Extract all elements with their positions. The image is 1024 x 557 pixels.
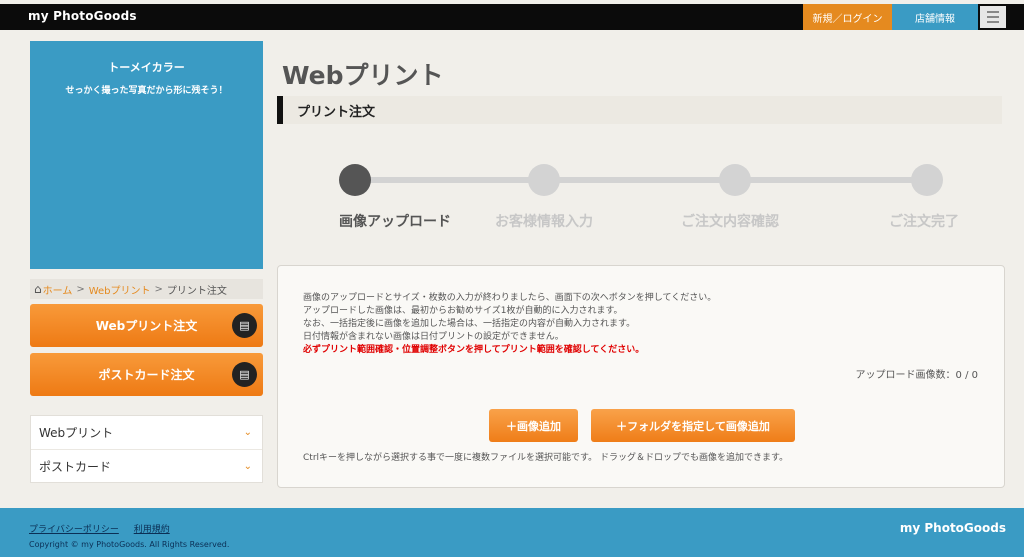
breadcrumb-webprint-link[interactable]: Webプリント xyxy=(89,282,151,297)
footer-links: プライバシーポリシー 利用規約 xyxy=(29,522,182,535)
store-info-button[interactable]: 店舗情報 xyxy=(892,4,978,30)
footer: プライバシーポリシー 利用規約 Copyright © my PhotoGood… xyxy=(0,508,1024,557)
breadcrumb-current: プリント注文 xyxy=(166,285,227,297)
pc-smartphone-icon: ▤ xyxy=(232,313,257,338)
banner-title: トーメイカラー xyxy=(108,61,185,74)
section-heading-text: プリント注文 xyxy=(297,105,376,120)
step-label-confirm: ご注文内容確認 xyxy=(681,214,779,230)
home-icon: ⌂ xyxy=(34,282,42,296)
privacy-policy-link[interactable]: プライバシーポリシー xyxy=(29,525,119,535)
step-dot-confirm xyxy=(719,164,751,196)
progress-line xyxy=(355,177,927,183)
site-logo[interactable]: my PhotoGoods xyxy=(28,9,137,23)
sidebar-item-label: ポストカード xyxy=(39,459,112,474)
breadcrumb: ⌂ ホーム > Webプリント > プリント注文 xyxy=(30,279,263,299)
webprint-order-label: Webプリント注文 xyxy=(95,319,198,333)
instruction-line: 画像のアップロードとサイズ・枚数の入力が終わりましたら、画面下の次へボタンを押し… xyxy=(303,293,717,303)
add-folder-button[interactable]: ＋フォルダを指定して画像追加 xyxy=(591,409,795,442)
sidebar-item-webprint[interactable]: Webプリント ⌄ xyxy=(31,416,262,449)
sidebar-item-label: Webプリント xyxy=(39,426,114,440)
step-label-complete: ご注文完了 xyxy=(889,214,959,230)
step-dot-customer-info xyxy=(528,164,560,196)
sidebar-item-postcard[interactable]: ポストカード ⌄ xyxy=(31,449,262,482)
postcard-order-label: ポストカード注文 xyxy=(98,368,195,382)
add-image-button[interactable]: ＋画像追加 xyxy=(489,409,578,442)
step-dot-complete xyxy=(911,164,943,196)
pc-smartphone-icon: ▤ xyxy=(232,362,257,387)
postcard-order-button[interactable]: ポストカード注文 ▤ xyxy=(30,353,263,396)
sidebar-menu: Webプリント ⌄ ポストカード ⌄ xyxy=(30,415,263,483)
hamburger-icon[interactable] xyxy=(980,6,1006,28)
section-heading: プリント注文 xyxy=(277,96,1002,124)
step-dot-upload xyxy=(339,164,371,196)
terms-link[interactable]: 利用規約 xyxy=(134,525,170,535)
promo-banner[interactable]: トーメイカラー せっかく撮った写真だから形に残そう！ xyxy=(30,41,263,269)
banner-subtitle: せっかく撮った写真だから形に残そう！ xyxy=(65,86,228,96)
upload-panel[interactable]: 画像のアップロードとサイズ・枚数の入力が終わりましたら、画面下の次へボタンを押し… xyxy=(277,265,1005,488)
footer-logo: my PhotoGoods xyxy=(899,521,1006,535)
multi-select-hint: Ctrlキーを押しながら選択する事で一度に複数ファイルを選択可能です。 ドラッグ… xyxy=(303,453,789,463)
breadcrumb-separator: > xyxy=(76,283,85,295)
upload-instructions: 画像のアップロードとサイズ・枚数の入力が終わりましたら、画面下の次へボタンを押し… xyxy=(303,292,716,357)
step-label-customer-info: お客様情報入力 xyxy=(495,214,593,230)
breadcrumb-separator: > xyxy=(154,283,163,295)
top-bar: my PhotoGoods 新規／ログイン 店舗情報 xyxy=(0,4,1024,30)
upload-count: アップロード画像数：0 / 0 xyxy=(855,370,978,381)
instruction-line: なお、一括指定後に画像を追加した場合は、一括指定の内容が自動入力されます。 xyxy=(303,319,636,329)
page-title: Webプリント xyxy=(282,61,444,90)
copyright: Copyright © my PhotoGoods. All Rights Re… xyxy=(29,540,230,549)
webprint-order-button[interactable]: Webプリント注文 ▤ xyxy=(30,304,263,347)
instruction-line: アップロードした画像は、最初からお勧めサイズ1枚が自動的に入力されます。 xyxy=(303,306,623,316)
chevron-down-icon: ⌄ xyxy=(243,460,252,472)
breadcrumb-home-link[interactable]: ホーム xyxy=(43,282,73,297)
chevron-down-icon: ⌄ xyxy=(243,427,252,438)
login-button[interactable]: 新規／ログイン xyxy=(803,4,892,30)
instruction-line: 日付情報が含まれない画像は日付プリントの設定ができません。 xyxy=(303,332,564,342)
print-range-warning: 必ずプリント範囲確認・位置調整ボタンを押してプリント範囲を確認してください。 xyxy=(303,345,645,355)
step-label-upload: 画像アップロード xyxy=(339,214,451,230)
